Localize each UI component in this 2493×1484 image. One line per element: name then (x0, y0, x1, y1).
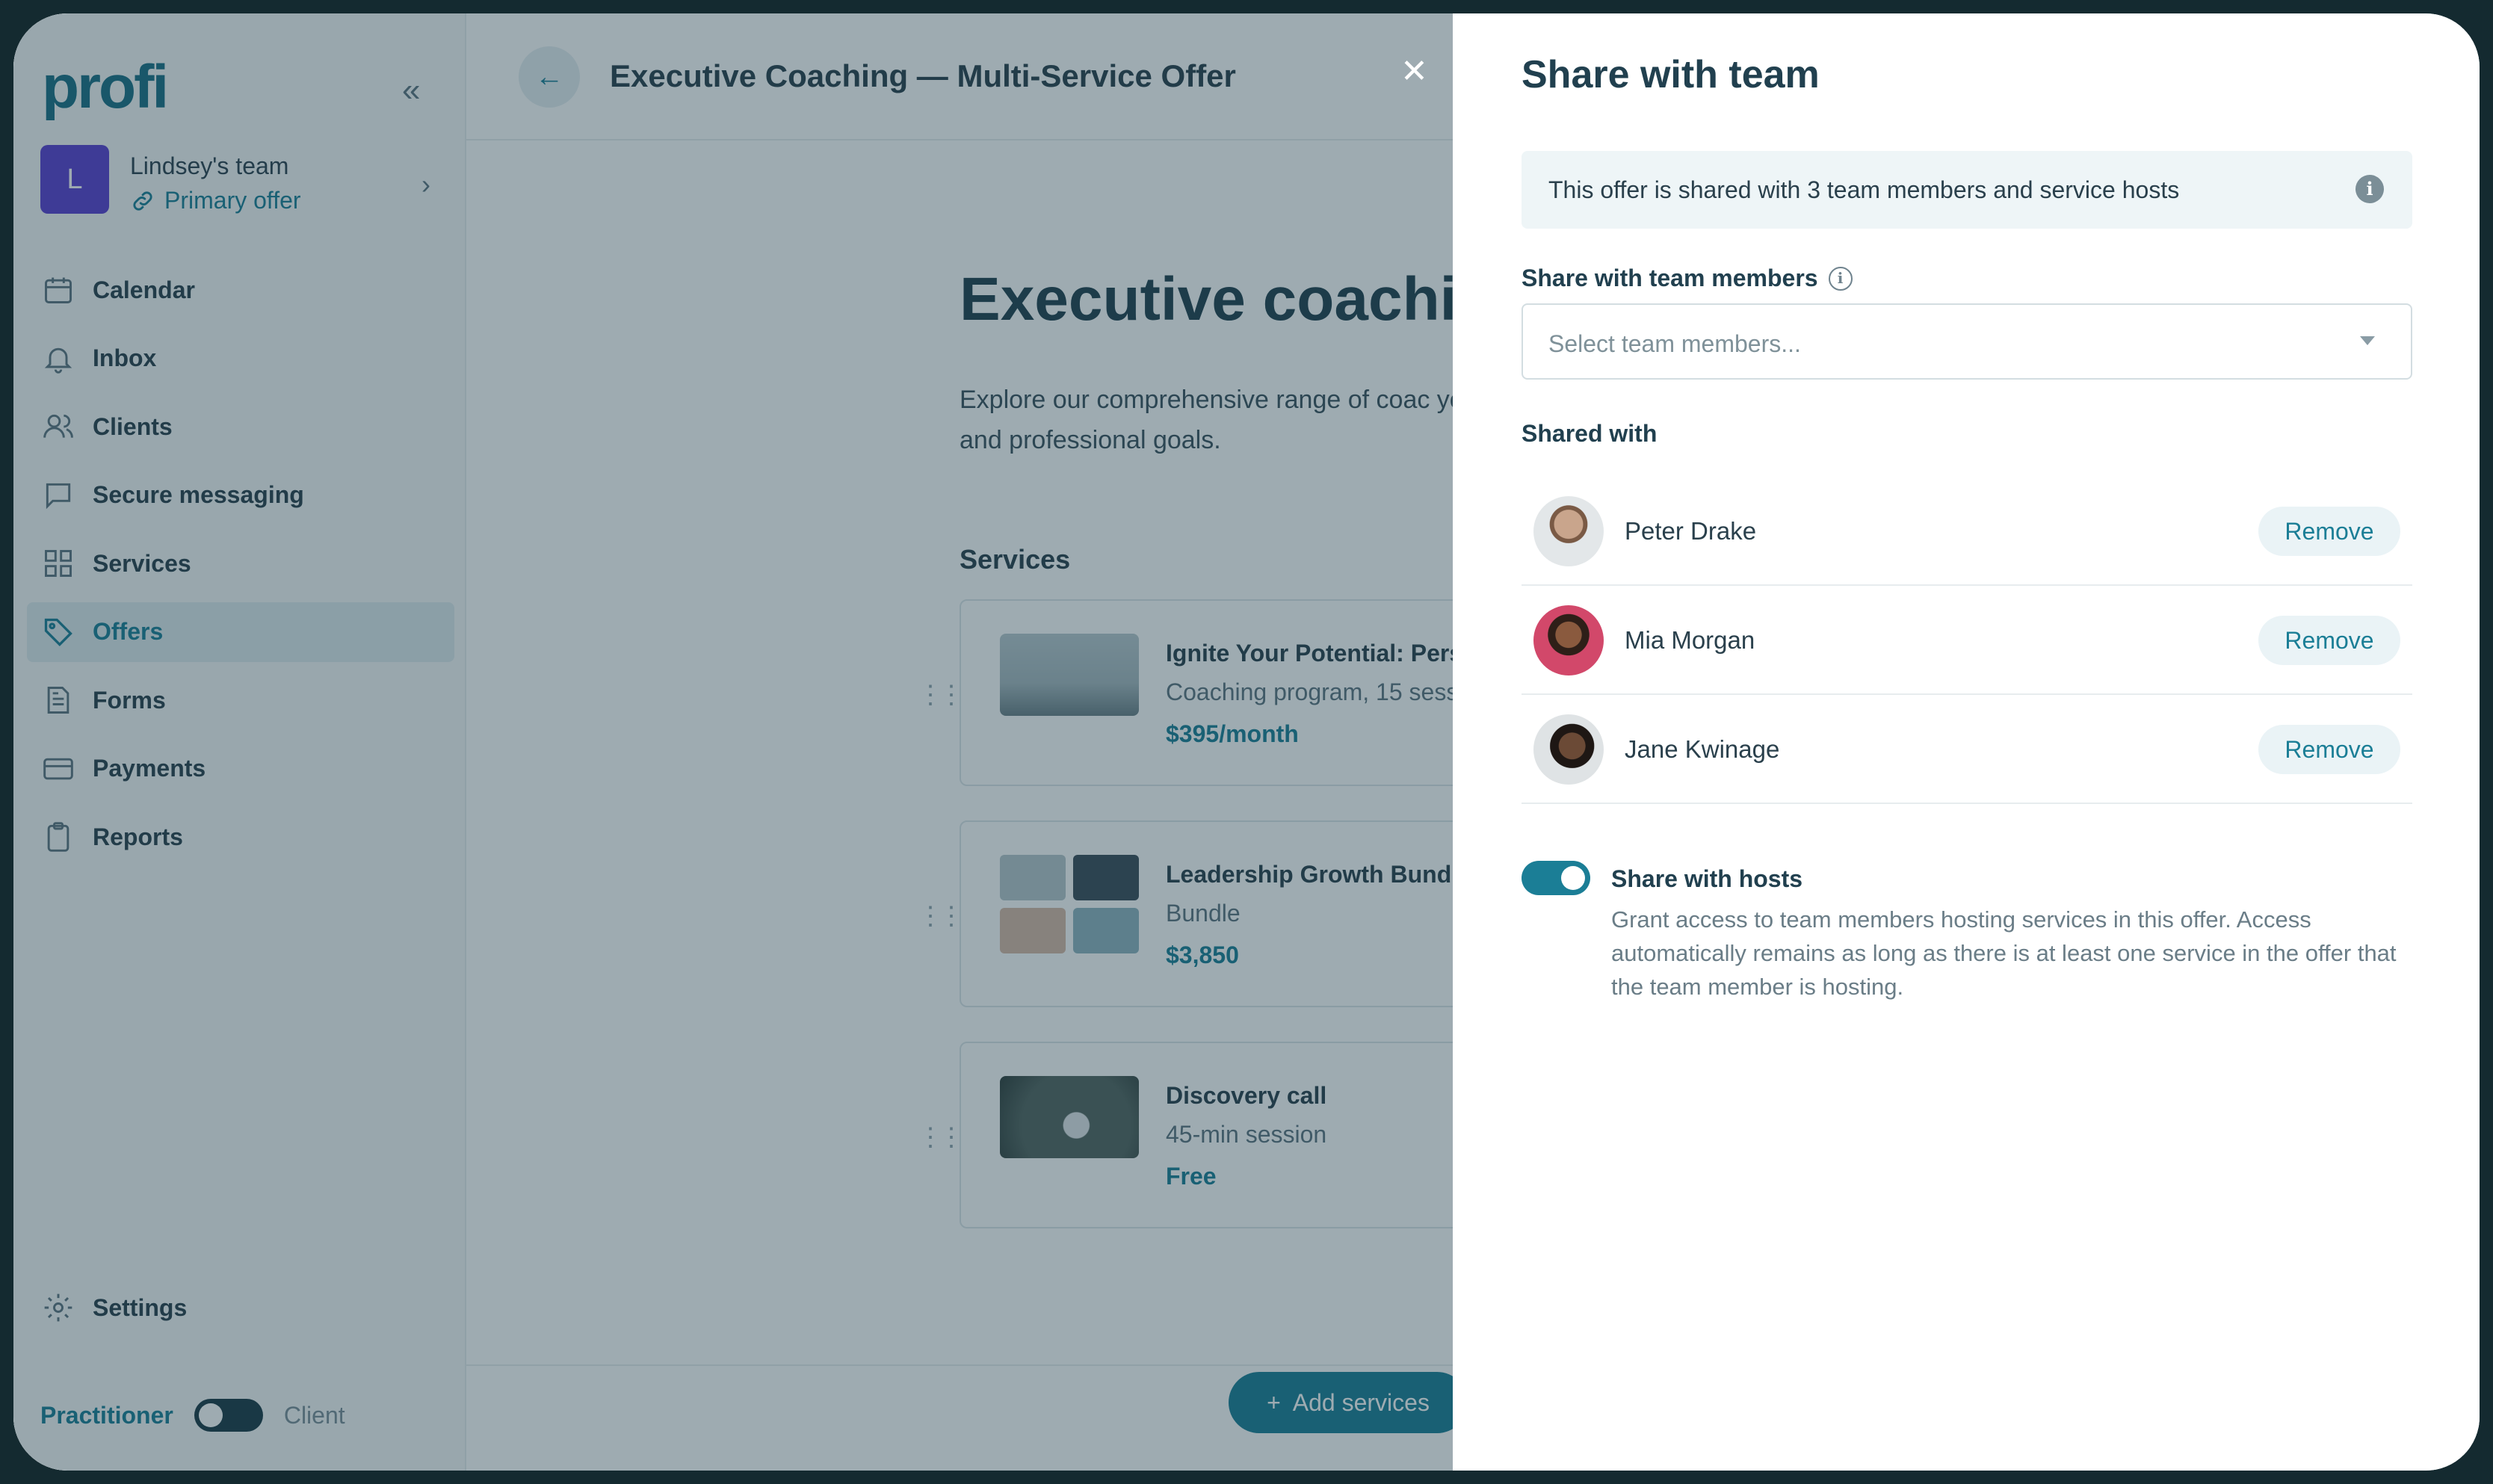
member-name: Peter Drake (1625, 517, 1757, 545)
share-info-banner: This offer is shared with 3 team members… (1522, 151, 2412, 229)
share-panel: Share with team This offer is shared wit… (1453, 13, 2480, 1471)
team-members-label: Share with team members (1522, 265, 1818, 291)
avatar (1533, 496, 1604, 566)
member-name: Mia Morgan (1625, 626, 1755, 654)
share-info-text: This offer is shared with 3 team members… (1548, 176, 2180, 203)
shared-member-row: Peter Drake Remove (1522, 477, 2412, 586)
remove-member-button[interactable]: Remove (2258, 507, 2400, 556)
panel-title: Share with team (1522, 53, 1820, 96)
share-with-hosts-label: Share with hosts (1611, 865, 1803, 892)
shared-member-row: Jane Kwinage Remove (1522, 695, 2412, 804)
team-members-select[interactable]: Select team members... (1522, 303, 2412, 380)
remove-member-button[interactable]: Remove (2258, 725, 2400, 774)
member-name: Jane Kwinage (1625, 735, 1780, 763)
remove-member-button[interactable]: Remove (2258, 616, 2400, 665)
info-outline-icon[interactable]: i (1828, 266, 1853, 291)
shared-with-heading: Shared with (1522, 420, 1658, 447)
shared-member-row: Mia Morgan Remove (1522, 586, 2412, 695)
avatar (1533, 605, 1604, 675)
select-placeholder: Select team members... (1548, 330, 1801, 357)
share-with-hosts-description: Grant access to team members hosting ser… (1611, 906, 2397, 1000)
app-frame: profi « L Lindsey's team Primary offer ›… (13, 13, 2480, 1471)
app: profi « L Lindsey's team Primary offer ›… (13, 13, 2480, 1471)
caret-down-icon (2360, 336, 2375, 345)
close-icon[interactable]: ✕ (1400, 52, 1428, 90)
share-with-hosts-toggle[interactable] (1522, 861, 1590, 895)
avatar (1533, 714, 1604, 785)
team-members-label-row: Share with team members i (1522, 265, 1853, 292)
info-icon[interactable]: i (2355, 175, 2384, 203)
